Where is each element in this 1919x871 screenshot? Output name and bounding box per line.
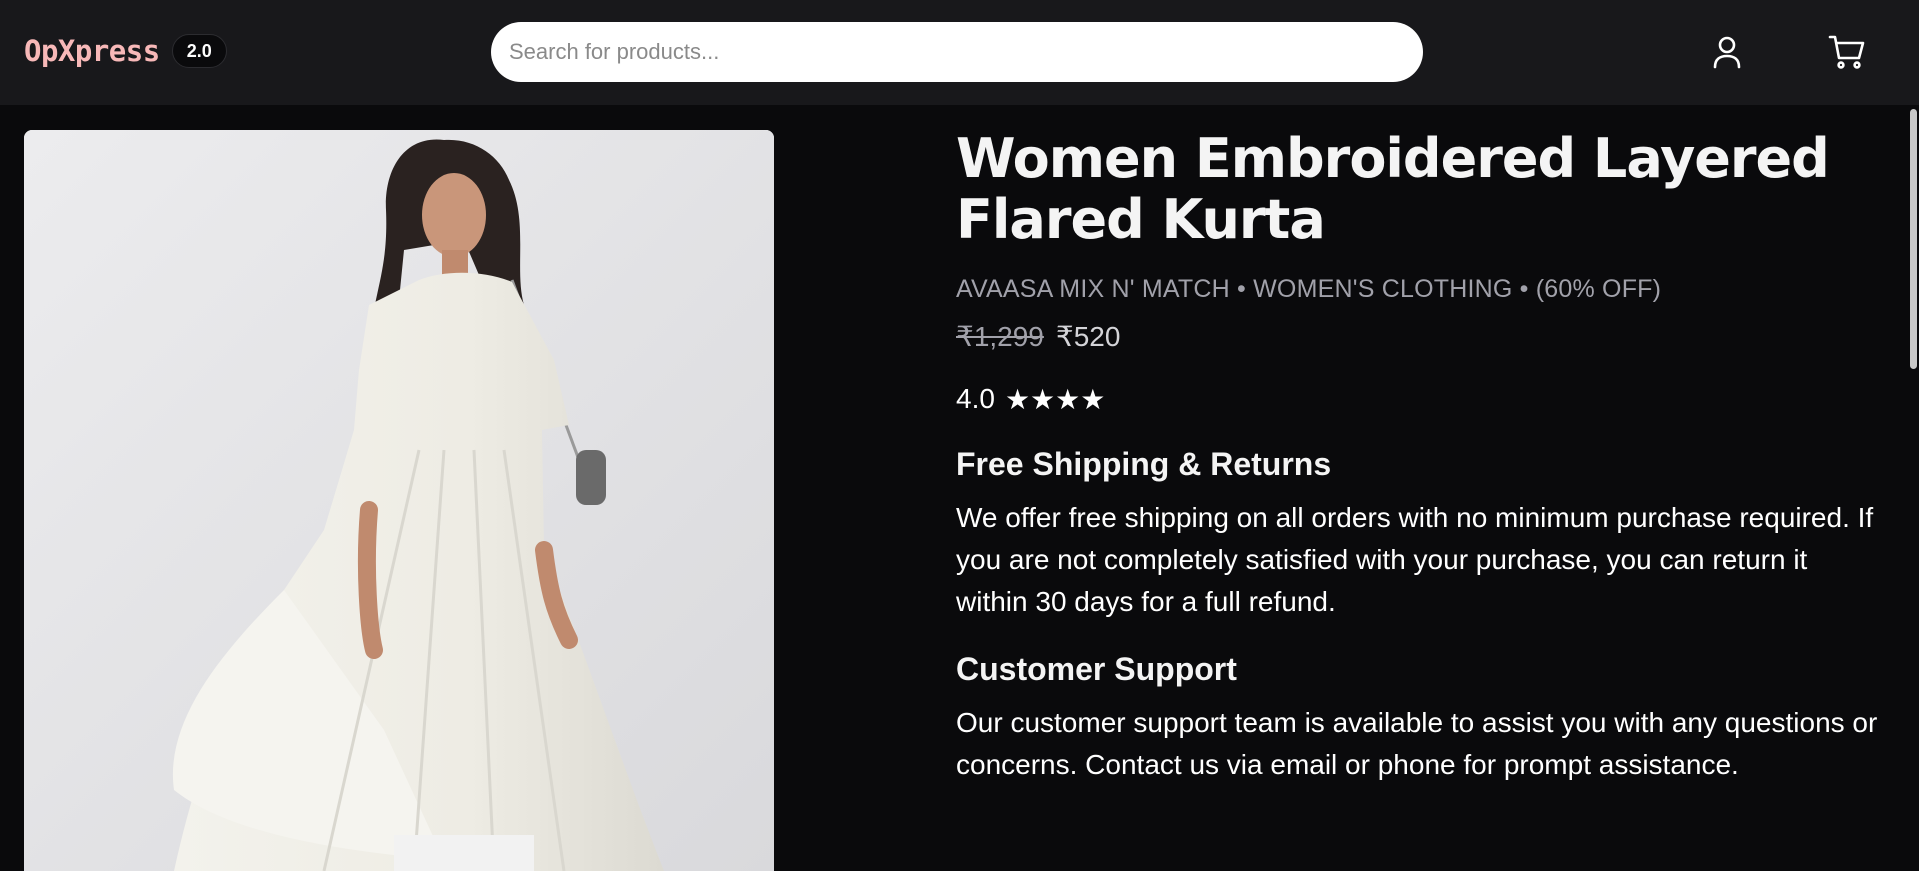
product-photo bbox=[24, 130, 774, 871]
brand-name[interactable]: OpXpress bbox=[24, 34, 160, 68]
product-image bbox=[24, 130, 774, 871]
page-scrollbar[interactable] bbox=[1908, 105, 1919, 871]
cart-button[interactable] bbox=[1825, 30, 1869, 74]
product-details: Women Embroidered Layered Flared Kurta A… bbox=[956, 128, 1886, 786]
rating-stars-icon: ★★★★ bbox=[1004, 384, 1106, 415]
shipping-text: We offer free shipping on all orders wit… bbox=[956, 502, 1874, 617]
product-meta: AVAASA MIX N' MATCH • WOMEN'S CLOTHING •… bbox=[956, 275, 1662, 303]
support-text: Our customer support team is available t… bbox=[956, 707, 1878, 780]
version-badge: 2.0 bbox=[171, 34, 227, 68]
support-heading: Customer Support bbox=[956, 651, 1237, 687]
cart-icon bbox=[1828, 35, 1865, 69]
account-button[interactable] bbox=[1705, 30, 1749, 74]
product-title: Women Embroidered Layered Flared Kurta bbox=[956, 127, 1830, 251]
sale-price: ₹520 bbox=[1055, 321, 1121, 352]
shipping-heading: Free Shipping & Returns bbox=[956, 446, 1332, 482]
user-icon bbox=[1713, 36, 1741, 69]
rating-value: 4.0 bbox=[956, 383, 995, 414]
product-rating: 4.0 ★★★★ bbox=[956, 383, 1886, 416]
brand-logo[interactable]: OpXpress 2.0 bbox=[24, 34, 227, 68]
original-price: ₹1,299 bbox=[956, 321, 1044, 352]
top-navbar: OpXpress 2.0 bbox=[0, 0, 1919, 105]
scrollbar-thumb[interactable] bbox=[1910, 109, 1917, 369]
search-input[interactable] bbox=[491, 22, 1423, 82]
price-row: ₹1,299 ₹520 bbox=[956, 320, 1886, 353]
